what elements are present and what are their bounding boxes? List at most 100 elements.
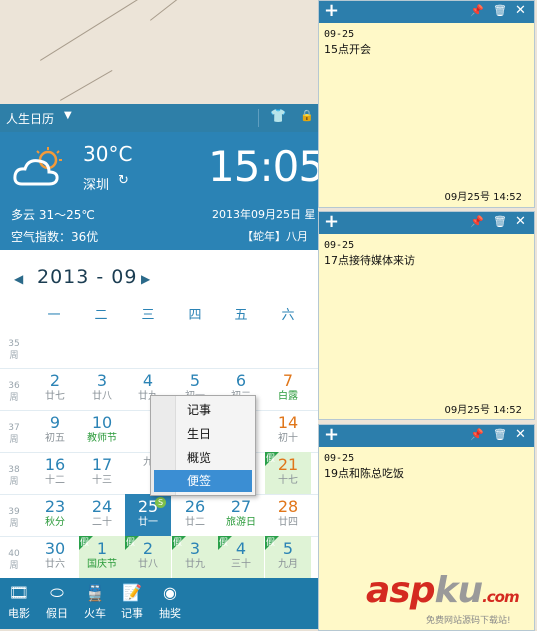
day-cell[interactable]: 25 廿一 S [125, 494, 171, 536]
note-text[interactable]: 15点开会 [324, 41, 371, 57]
holiday-flag-icon: 假 [125, 536, 139, 550]
trash-icon[interactable]: 🗑 [493, 4, 507, 17]
month-label: 2013 - 09 [37, 266, 138, 288]
next-month-button[interactable]: ▶ [141, 272, 150, 286]
watermark-text: aspku.com [366, 570, 520, 611]
lunar-label: 初五 [45, 433, 65, 444]
weibo-icon: ◉ [163, 583, 177, 602]
close-icon[interactable]: ✕ [515, 3, 526, 18]
day-cell[interactable]: 2 廿七 [32, 368, 78, 410]
movie-button[interactable]: 🎞 电影 [2, 582, 36, 621]
lunar-label: 旅游日 [226, 517, 256, 528]
day-cell[interactable]: 假 2 廿八 [125, 536, 171, 578]
note-date: 09-25 [324, 453, 355, 464]
day-number: 5 [189, 371, 201, 390]
day-cell[interactable]: 假 5 九月 [265, 536, 311, 578]
lottery-label: 抽奖 [159, 607, 181, 620]
add-note-icon[interactable]: + [324, 211, 339, 232]
note-text[interactable]: 19点和陈总吃饭 [324, 465, 404, 481]
day-cell[interactable]: 26 廿二 [172, 494, 218, 536]
day-number: 30 [44, 539, 66, 558]
pin-icon[interactable]: 📌 [470, 215, 484, 228]
day-cell[interactable]: 假 21 十七 [265, 452, 311, 494]
day-cell[interactable]: 23 秋分 [32, 494, 78, 536]
lunar-label: 秋分 [45, 517, 65, 528]
add-note-icon[interactable]: + [324, 0, 339, 21]
trash-icon[interactable]: 🗑 [493, 428, 507, 441]
holiday-flag-icon: 假 [79, 536, 93, 550]
day-cell[interactable]: 假 3 廿九 [172, 536, 218, 578]
trash-icon[interactable]: 🗑 [493, 215, 507, 228]
day-number: 9 [49, 413, 61, 432]
note-timestamp: 09月25号 14:52 [444, 192, 522, 203]
day-cell[interactable]: 14 初十 [265, 410, 311, 452]
watermark-logo: aspku.com 免费网站源码下载站! [366, 570, 537, 629]
day-cell[interactable]: 7 白露 [265, 368, 311, 410]
note-titlebar: + 📌 🗑 ✕ [319, 211, 534, 234]
reminder-badge: S [155, 497, 166, 508]
close-icon[interactable]: ✕ [515, 214, 526, 229]
logo-part: asp [366, 570, 435, 611]
lottery-button[interactable]: ◉ 抽奖 [153, 582, 187, 621]
menu-item-overview[interactable]: 概览 [154, 447, 252, 469]
weather-panel: 30°C 深圳 ↻ 15:05 多云 31～25℃ 2013年09月25日 星 … [0, 132, 318, 250]
watermark-tagline: 免费网站源码下载站! [426, 616, 511, 626]
add-note-icon[interactable]: + [324, 424, 339, 445]
day-cell[interactable]: 假 1 国庆节 [79, 536, 125, 578]
sticky-note[interactable]: + 📌 🗑 ✕ 09-25 15点开会 09月25号 14:52 [318, 0, 535, 208]
wood-grain-line [60, 70, 113, 101]
pin-icon[interactable]: 📌 [470, 4, 484, 17]
lunar-label: 廿八 [92, 391, 112, 402]
day-cell[interactable]: 24 二十 [79, 494, 125, 536]
day-cell[interactable]: 17 十三 [79, 452, 125, 494]
note-date: 09-25 [324, 29, 355, 40]
day-cell[interactable]: 10 教师节 [79, 410, 125, 452]
close-icon[interactable]: ✕ [515, 427, 526, 442]
day-number: 6 [235, 371, 247, 390]
day-cell[interactable]: 3 廿八 [79, 368, 125, 410]
weekday-tue: 二 [94, 308, 108, 323]
logo-part: ku [434, 570, 484, 611]
menu-item-note[interactable]: 记事 [154, 399, 252, 421]
day-number: 28 [277, 497, 299, 516]
chevron-down-icon[interactable]: ▼ [64, 110, 72, 121]
pin-icon[interactable]: 📌 [470, 428, 484, 441]
day-cell[interactable]: 9 初五 [32, 410, 78, 452]
day-cell[interactable]: 28 廿四 [265, 494, 311, 536]
day-cell[interactable]: 27 旅游日 [218, 494, 264, 536]
week-row: 40 周 30 廿六假 1 国庆节假 2 廿八假 3 廿九假 4 三十假 5 九月 [0, 536, 318, 579]
day-cell[interactable]: 30 廿六 [32, 536, 78, 578]
lunar-label: 廿一 [138, 517, 158, 528]
city-name[interactable]: 深圳 [83, 174, 109, 193]
note-text[interactable]: 17点接待媒体来访 [324, 252, 415, 268]
note-titlebar: + 📌 🗑 ✕ [319, 424, 534, 447]
menu-item-birthday[interactable]: 生日 [154, 423, 252, 445]
cloudy-weather-icon [13, 147, 62, 186]
calendar-titlebar[interactable]: 人生日历 ▼ 👕 🔒 [0, 104, 318, 132]
train-button[interactable]: 🚆 火车 [78, 582, 112, 621]
menu-item-sticky-note[interactable]: 便签 [154, 470, 252, 492]
lunar-label: 十二 [45, 475, 65, 486]
day-cell[interactable]: 16 十二 [32, 452, 78, 494]
day-number: 4 [142, 371, 154, 390]
lunar-label: 二十 [92, 517, 112, 528]
day-number: 3 [96, 371, 108, 390]
week-number: 35 周 [8, 339, 20, 361]
lock-icon[interactable]: 🔒 [300, 109, 314, 122]
holiday-label: 假日 [46, 607, 68, 620]
holiday-button[interactable]: ⬭ 假日 [40, 582, 74, 621]
day-number: 23 [44, 497, 66, 516]
notepad-icon: 📝 [122, 583, 142, 602]
lunar-label: 初十 [278, 433, 298, 444]
day-cell[interactable]: 假 4 三十 [218, 536, 264, 578]
prev-month-button[interactable]: ◀ [14, 272, 23, 286]
lunar-label: 国庆节 [87, 559, 117, 570]
skin-shirt-icon[interactable]: 👕 [270, 109, 286, 124]
temperature: 30°C [83, 142, 133, 166]
refresh-icon[interactable]: ↻ [118, 173, 129, 188]
current-date: 2013年09月25日 星 [212, 208, 316, 221]
notes-button[interactable]: 📝 记事 [115, 582, 149, 621]
wood-grain-line [150, 0, 261, 21]
sticky-note[interactable]: + 📌 🗑 ✕ 09-25 17点接待媒体来访 09月25号 14:52 [318, 211, 535, 420]
weekday-thu: 四 [188, 308, 202, 323]
